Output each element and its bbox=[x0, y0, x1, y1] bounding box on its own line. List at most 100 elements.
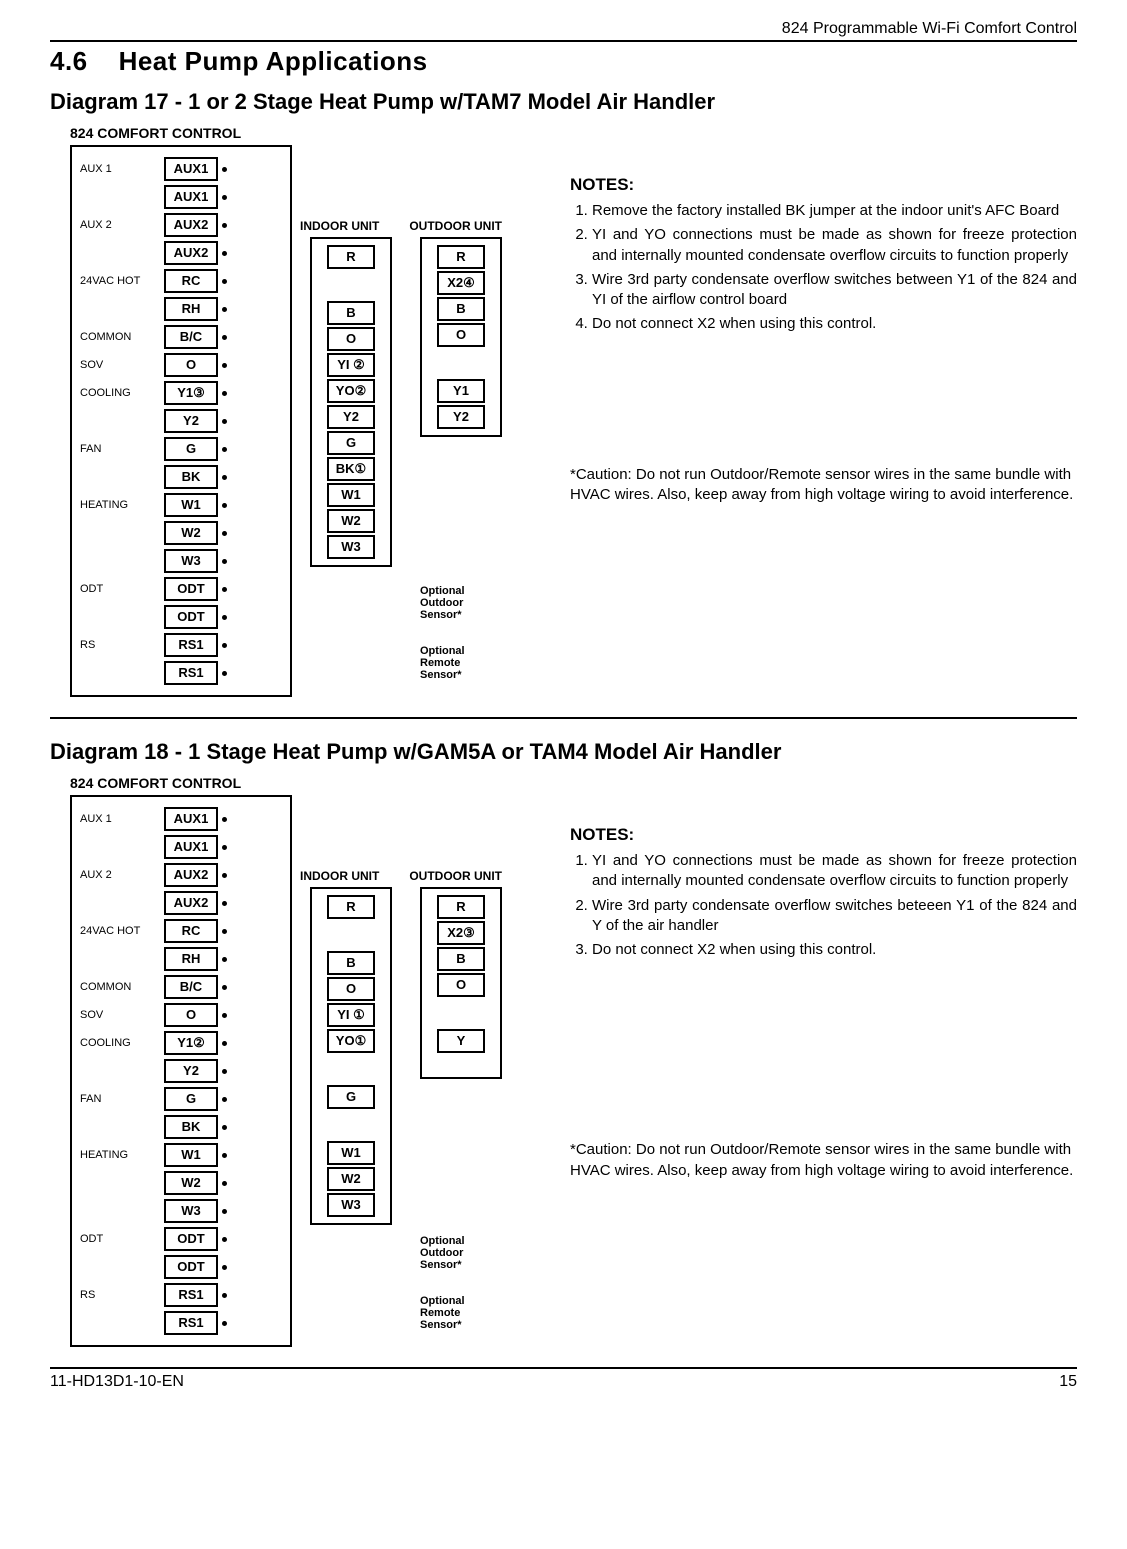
d18-out-o: O bbox=[437, 973, 485, 997]
d18-note-3: Do not connect X2 when using this contro… bbox=[592, 940, 1077, 960]
d18-term-g: G bbox=[164, 1087, 218, 1111]
d18-out-y: Y bbox=[437, 1029, 485, 1053]
d18-in-r: R bbox=[327, 895, 375, 919]
d18-label-odt: ODT bbox=[80, 1233, 164, 1245]
d18-label-aux2: AUX 2 bbox=[80, 869, 164, 881]
d18-term-aux1b: AUX1 bbox=[164, 835, 218, 859]
d17-indoor-box: R B O YI ② YO② Y2 G BK① W1 W2 W3 bbox=[310, 237, 392, 567]
diagram18-wiring: 824 COMFORT CONTROL INDOOR UNIT OUTDOOR … bbox=[50, 775, 540, 1347]
d18-out-r: R bbox=[437, 895, 485, 919]
d18-term-bk: BK bbox=[164, 1115, 218, 1139]
d18-term-aux2b: AUX2 bbox=[164, 891, 218, 915]
d18-outdoor-box: R X2③ B O Y bbox=[420, 887, 502, 1079]
d18-term-w1: W1 bbox=[164, 1143, 218, 1167]
d18-in-w1: W1 bbox=[327, 1141, 375, 1165]
d17-out-o: O bbox=[437, 323, 485, 347]
d18-unit-labels: INDOOR UNIT OUTDOOR UNIT bbox=[300, 869, 502, 883]
d17-note-3: Wire 3rd party condensate overflow switc… bbox=[592, 270, 1077, 311]
d18-term-odt1: ODT bbox=[164, 1227, 218, 1251]
d18-outdoor-label: OUTDOOR UNIT bbox=[409, 869, 502, 883]
d18-term-rh: RH bbox=[164, 947, 218, 971]
d18-notes-column: NOTES: YI and YO connections must be mad… bbox=[540, 775, 1077, 1181]
term-w2: W2 bbox=[164, 521, 218, 545]
d18-label-aux1: AUX 1 bbox=[80, 813, 164, 825]
d18-label-heating: HEATING bbox=[80, 1149, 164, 1161]
page-footer: 11-HD13D1-10-EN 15 bbox=[50, 1367, 1077, 1391]
d17-control-box: AUX 1AUX1 AUX1 AUX 2AUX2 AUX2 24VAC HOTR… bbox=[70, 145, 292, 697]
d18-in-g: G bbox=[327, 1085, 375, 1109]
section-heading: 4.6 Heat Pump Applications bbox=[50, 46, 1077, 77]
d17-outdoor-box: R X2④ B O Y1 Y2 bbox=[420, 237, 502, 437]
d18-optional-outdoor: Optional Outdoor Sensor* bbox=[420, 1235, 465, 1271]
d17-out-y2: Y2 bbox=[437, 405, 485, 429]
d18-in-o: O bbox=[327, 977, 375, 1001]
d18-term-rs1b: RS1 bbox=[164, 1311, 218, 1335]
d17-optional-remote: Optional Remote Sensor* bbox=[420, 645, 465, 681]
label-aux1: AUX 1 bbox=[80, 163, 164, 175]
label-24vac: 24VAC HOT bbox=[80, 275, 164, 287]
d18-term-o: O bbox=[164, 1003, 218, 1027]
term-rs1a: RS1 bbox=[164, 633, 218, 657]
d18-control-title: 824 COMFORT CONTROL bbox=[70, 775, 540, 791]
d17-out-b: B bbox=[437, 297, 485, 321]
d17-notes-list: Remove the factory installed BK jumper a… bbox=[570, 201, 1077, 335]
d18-term-rs1a: RS1 bbox=[164, 1283, 218, 1307]
term-o: O bbox=[164, 353, 218, 377]
d17-in-yi: YI ② bbox=[327, 353, 375, 377]
d17-in-w2: W2 bbox=[327, 509, 375, 533]
d17-out-r: R bbox=[437, 245, 485, 269]
d17-in-bk: BK① bbox=[327, 457, 375, 481]
d18-note-2: Wire 3rd party condensate overflow switc… bbox=[592, 896, 1077, 937]
d18-caution: *Caution: Do not run Outdoor/Remote sens… bbox=[570, 1140, 1077, 1181]
d18-notes-heading: NOTES: bbox=[570, 825, 1077, 845]
d18-in-b: B bbox=[327, 951, 375, 975]
d17-in-r: R bbox=[327, 245, 375, 269]
label-common: COMMON bbox=[80, 331, 164, 343]
term-rc: RC bbox=[164, 269, 218, 293]
d18-indoor-label: INDOOR UNIT bbox=[300, 869, 379, 883]
d18-term-w3: W3 bbox=[164, 1199, 218, 1223]
d18-optional-remote: Optional Remote Sensor* bbox=[420, 1295, 465, 1331]
d17-in-b: B bbox=[327, 301, 375, 325]
d18-term-y2: Y2 bbox=[164, 1059, 218, 1083]
d18-control-box: AUX 1AUX1 AUX1 AUX 2AUX2 AUX2 24VAC HOTR… bbox=[70, 795, 292, 1347]
d18-label-sov: SOV bbox=[80, 1009, 164, 1021]
d17-in-w1: W1 bbox=[327, 483, 375, 507]
term-y1: Y1③ bbox=[164, 381, 218, 405]
diagram18-title: Diagram 18 - 1 Stage Heat Pump w/GAM5A o… bbox=[50, 739, 1077, 765]
d17-caution: *Caution: Do not run Outdoor/Remote sens… bbox=[570, 465, 1077, 506]
term-aux2a: AUX2 bbox=[164, 213, 218, 237]
diagram17-block: 824 COMFORT CONTROL INDOOR UNIT OUTDOOR … bbox=[50, 125, 1077, 697]
d17-note-4: Do not connect X2 when using this contro… bbox=[592, 314, 1077, 334]
d17-control-title: 824 COMFORT CONTROL bbox=[70, 125, 540, 141]
term-odt2: ODT bbox=[164, 605, 218, 629]
d18-in-w2: W2 bbox=[327, 1167, 375, 1191]
d18-out-x2: X2③ bbox=[437, 921, 485, 945]
term-aux2b: AUX2 bbox=[164, 241, 218, 265]
d17-in-o: O bbox=[327, 327, 375, 351]
term-bk: BK bbox=[164, 465, 218, 489]
header-product: 824 Programmable Wi-Fi Comfort Control bbox=[50, 20, 1077, 42]
divider bbox=[50, 717, 1077, 719]
d17-note-1: Remove the factory installed BK jumper a… bbox=[592, 201, 1077, 221]
d17-out-x2: X2④ bbox=[437, 271, 485, 295]
label-aux2: AUX 2 bbox=[80, 219, 164, 231]
term-g: G bbox=[164, 437, 218, 461]
d18-in-yi: YI ① bbox=[327, 1003, 375, 1027]
d17-outdoor-label: OUTDOOR UNIT bbox=[409, 219, 502, 233]
label-sov: SOV bbox=[80, 359, 164, 371]
term-rs1b: RS1 bbox=[164, 661, 218, 685]
d18-label-fan: FAN bbox=[80, 1093, 164, 1105]
term-odt1: ODT bbox=[164, 577, 218, 601]
label-cooling: COOLING bbox=[80, 387, 164, 399]
term-rh: RH bbox=[164, 297, 218, 321]
d18-term-bc: B/C bbox=[164, 975, 218, 999]
d17-unit-labels: INDOOR UNIT OUTDOOR UNIT bbox=[300, 219, 502, 233]
section-number: 4.6 bbox=[50, 46, 88, 76]
d17-notes-column: NOTES: Remove the factory installed BK j… bbox=[540, 125, 1077, 505]
d18-label-rs: RS bbox=[80, 1289, 164, 1301]
label-odt: ODT bbox=[80, 583, 164, 595]
d18-label-common: COMMON bbox=[80, 981, 164, 993]
d18-term-rc: RC bbox=[164, 919, 218, 943]
term-y2: Y2 bbox=[164, 409, 218, 433]
